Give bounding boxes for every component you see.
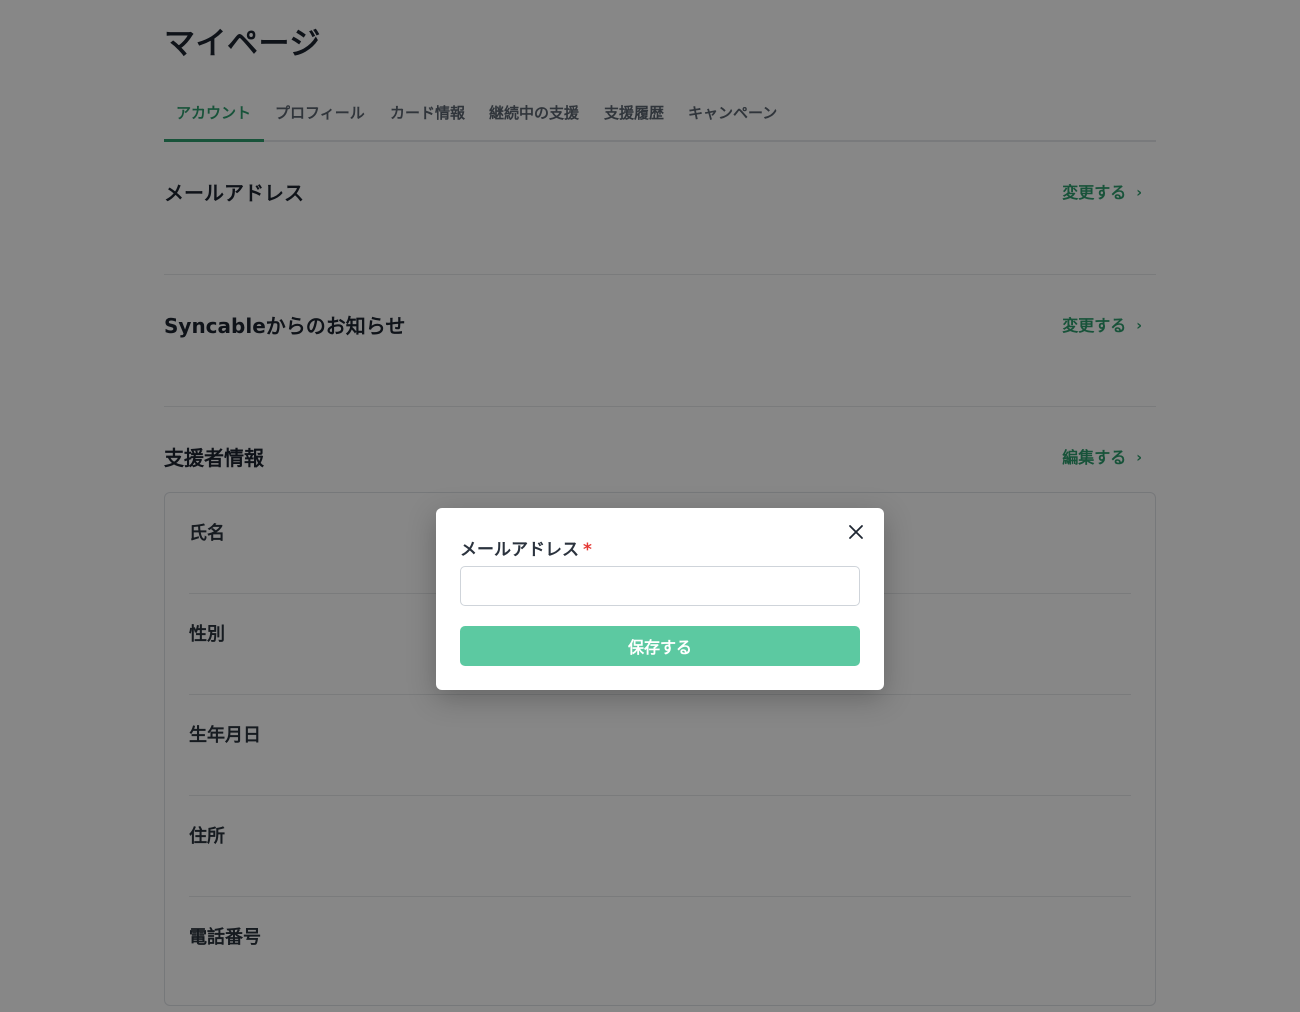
- email-input[interactable]: [460, 566, 860, 606]
- modal-overlay[interactable]: [0, 0, 1300, 1012]
- required-mark: *: [583, 540, 592, 560]
- save-button[interactable]: 保存する: [460, 626, 860, 666]
- email-label-text: メールアドレス: [460, 540, 579, 560]
- email-field-label: メールアドレス *: [460, 535, 592, 560]
- close-icon[interactable]: [846, 522, 866, 542]
- email-edit-modal: メールアドレス * 保存する: [436, 508, 884, 690]
